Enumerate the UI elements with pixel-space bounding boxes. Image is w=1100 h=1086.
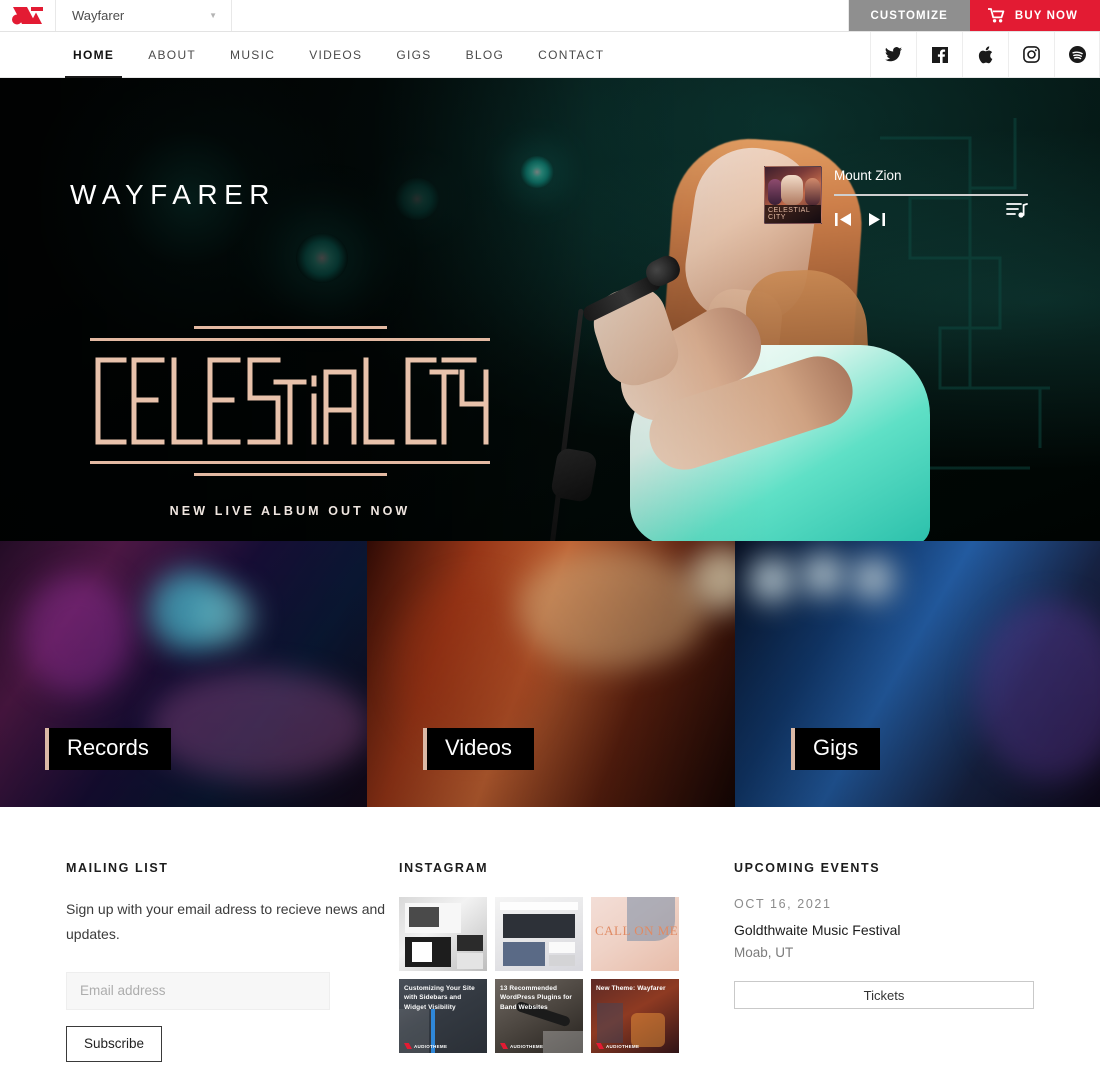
instagram-grid: CALL ON ME Customizing Your Site with Si…	[399, 897, 734, 1053]
tile-gigs[interactable]: Gigs	[735, 541, 1100, 807]
event-venue: Moab, UT	[734, 945, 794, 960]
audiotheme-brandmark: AUDIOTHEME	[500, 1043, 543, 1049]
customize-button[interactable]: CUSTOMIZE	[848, 0, 970, 31]
album-subtitle: NEW LIVE ALBUM OUT NOW	[169, 504, 411, 518]
twitter-icon[interactable]	[870, 32, 916, 77]
tile-videos[interactable]: Videos	[367, 541, 735, 807]
shopping-cart-icon	[987, 8, 1005, 23]
event-date: OCT 16, 2021	[734, 897, 832, 911]
album-rule-top-long	[90, 338, 490, 341]
nav-item-home[interactable]: HOME	[56, 32, 131, 78]
email-field[interactable]	[66, 971, 330, 1010]
event-name: Goldthwaite Music Festival	[734, 922, 901, 938]
primary-navigation: HOME ABOUT MUSIC VIDEOS GIGS BLOG CONTAC…	[0, 32, 1100, 78]
tile-records-label: Records	[45, 728, 171, 770]
instagram-post-caption: 13 Recommended WordPress Plugins for Ban…	[500, 985, 573, 1011]
nav-item-music[interactable]: MUSIC	[213, 32, 292, 77]
instagram-widget: INSTAGRAM CALL ON ME Customizing Your Si…	[399, 861, 734, 1062]
category-tiles: Records Videos Gigs	[0, 541, 1100, 807]
instagram-post-caption: CALL ON ME	[595, 923, 679, 938]
theme-selector-dropdown[interactable]: Wayfarer ▼	[56, 0, 232, 31]
chevron-down-icon: ▼	[209, 11, 217, 20]
footer-widgets: MAILING LIST Sign up with your email adr…	[0, 807, 1100, 1062]
apple-music-icon[interactable]	[962, 32, 1008, 77]
audiotheme-brandmark: AUDIOTHEME	[596, 1043, 639, 1049]
social-links	[870, 32, 1100, 77]
instagram-post[interactable]: 13 Recommended WordPress Plugins for Ban…	[495, 979, 583, 1053]
instagram-post-caption: New Theme: Wayfarer	[596, 985, 666, 992]
mailing-list-description: Sign up with your email adress to reciev…	[66, 901, 386, 943]
skip-next-icon[interactable]	[867, 211, 886, 228]
audiotheme-brandmark: AUDIOTHEME	[404, 1043, 447, 1049]
tile-gigs-label: Gigs	[790, 728, 881, 770]
player-track-title: Mount Zion	[834, 168, 902, 183]
upcoming-events-widget: UPCOMING EVENTS OCT 16, 2021 Goldthwaite…	[734, 861, 1034, 1062]
tickets-button[interactable]: Tickets	[734, 981, 1034, 1009]
facebook-icon[interactable]	[916, 32, 962, 77]
album-wordmark: NEW LIVE ALBUM OUT NOW	[90, 326, 490, 518]
instagram-post[interactable]: CALL ON ME	[591, 897, 679, 971]
spotify-icon[interactable]	[1054, 32, 1100, 77]
mailing-list-title: MAILING LIST	[66, 861, 169, 875]
hero-brand-title: WAYFARER	[70, 179, 277, 210]
album-rule-bottom-short	[193, 473, 387, 476]
instagram-title: INSTAGRAM	[399, 861, 489, 875]
nav-links: HOME ABOUT MUSIC VIDEOS GIGS BLOG CONTAC…	[0, 32, 870, 78]
instagram-post[interactable]: Customizing Your Site with Sidebars and …	[399, 979, 487, 1053]
nav-item-videos[interactable]: VIDEOS	[292, 32, 379, 77]
admin-bar-spacer	[232, 0, 849, 31]
buy-now-button-label: BUY NOW	[1014, 9, 1078, 22]
album-title-artwork	[95, 357, 489, 445]
audiotheme-logo-icon[interactable]	[0, 0, 56, 31]
buy-now-button[interactable]: BUY NOW	[969, 0, 1100, 31]
admin-bar: Wayfarer ▼ CUSTOMIZE BUY NOW	[0, 0, 1100, 32]
instagram-post[interactable]	[495, 897, 583, 971]
player-progress-bar[interactable]	[834, 194, 1028, 196]
theme-selector-value: Wayfarer	[72, 8, 125, 23]
upcoming-events-title: UPCOMING EVENTS	[734, 861, 881, 875]
tile-records[interactable]: Records	[0, 541, 367, 807]
player-album-art[interactable]: CELESTIAL CITY	[764, 166, 822, 224]
nav-item-gigs[interactable]: GIGS	[379, 32, 448, 77]
nav-item-about[interactable]: ABOUT	[131, 32, 213, 77]
playlist-queue-icon[interactable]	[1006, 201, 1028, 224]
customize-button-label: CUSTOMIZE	[870, 9, 948, 22]
instagram-icon[interactable]	[1008, 32, 1054, 77]
tile-videos-label: Videos	[423, 728, 534, 770]
player-album-art-label: CELESTIAL CITY	[768, 207, 810, 221]
skip-previous-icon[interactable]	[834, 211, 853, 228]
instagram-post[interactable]: New Theme: Wayfarer AUDIOTHEME	[591, 979, 679, 1053]
hero-section: WAYFARER NEW LIVE ALBUM OUT NOW CELESTIA…	[0, 78, 1100, 541]
music-player: CELESTIAL CITY Mount Zion	[764, 166, 1028, 228]
instagram-post-caption: Customizing Your Site with Sidebars and …	[404, 985, 475, 1011]
nav-item-contact[interactable]: CONTACT	[521, 32, 621, 77]
nav-item-blog[interactable]: BLOG	[449, 32, 522, 77]
subscribe-button[interactable]: Subscribe	[66, 1025, 163, 1062]
mailing-list-widget: MAILING LIST Sign up with your email adr…	[66, 861, 399, 1062]
instagram-post[interactable]	[399, 897, 487, 971]
